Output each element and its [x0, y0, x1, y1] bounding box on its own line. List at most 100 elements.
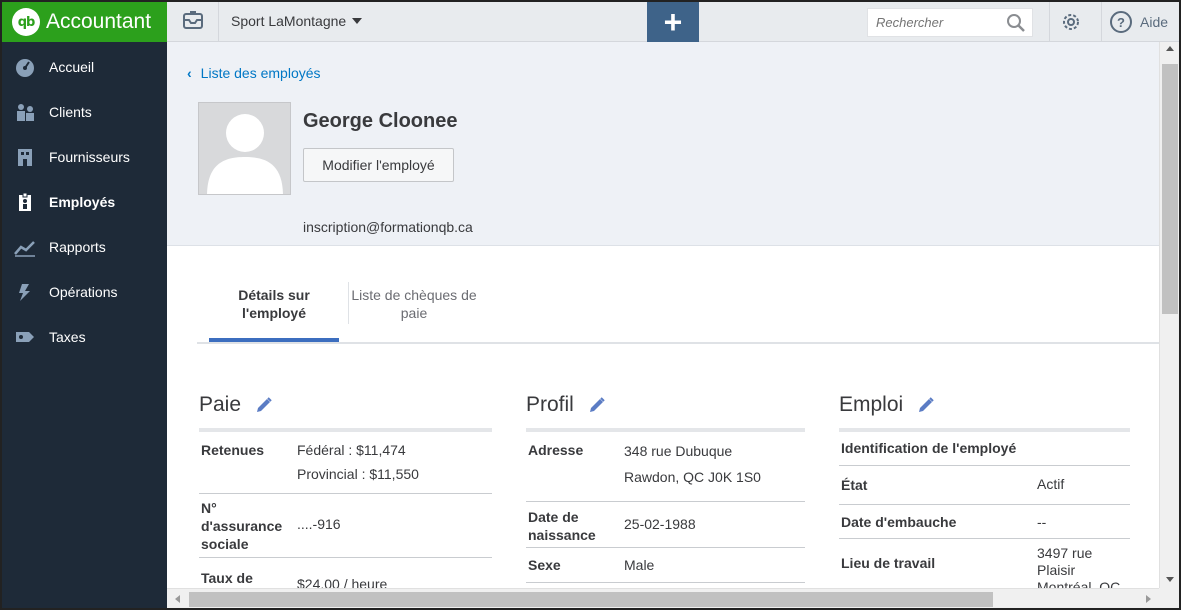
employment-section: Emploi Identification de l'employé État …	[839, 390, 1130, 588]
vertical-scrollbar[interactable]	[1159, 42, 1179, 588]
sidebar-item-rapports[interactable]: Rapports	[2, 224, 167, 269]
federal-deduction: Fédéral : $11,474	[297, 442, 406, 458]
section-title-text: Paie	[199, 393, 242, 416]
sidebar-item-label: Clients	[49, 103, 92, 120]
company-selector[interactable]: Sport LaMontagne	[231, 13, 363, 29]
sidebar-item-accueil[interactable]: Accueil	[2, 44, 167, 89]
scroll-down-arrow-icon[interactable]	[1166, 577, 1174, 582]
tab-label: Détails sur	[238, 287, 310, 303]
row-label: Date de	[528, 509, 579, 525]
section-title: Paie	[199, 390, 492, 420]
birthdate-value: 25-02-1988	[624, 516, 696, 532]
row-label: d'assurance	[201, 518, 283, 534]
address-line-2: Rawdon, QC J0K 1S0	[624, 469, 761, 485]
scrollbar-thumb[interactable]	[1162, 64, 1178, 314]
status-value: Actif	[1037, 476, 1065, 492]
row-sex: Sexe Male	[526, 548, 805, 583]
edit-pencil-icon[interactable]	[588, 396, 606, 414]
tab-bar: Détails sur l'employé Liste de chèques d…	[197, 282, 1159, 344]
payroll-section: Paie Retenues Fédéral : $11,474 Provinci…	[199, 390, 492, 588]
vendors-icon	[14, 147, 36, 167]
tab-employee-details[interactable]: Détails sur l'employé	[209, 286, 339, 342]
profile-section: Profil Adresse 348 rue Dubuque Rawdon, Q…	[526, 390, 805, 583]
row-status: État Actif	[839, 466, 1130, 505]
top-bar: Sport LaMontagne + ? Aide	[167, 2, 1179, 42]
edit-employee-button[interactable]: Modifier l'employé	[303, 148, 454, 182]
scroll-right-arrow-icon[interactable]	[1146, 595, 1151, 603]
divider	[1101, 2, 1102, 42]
scroll-left-arrow-icon[interactable]	[175, 595, 180, 603]
tab-label: l'employé	[241, 305, 307, 321]
avatar	[198, 102, 291, 195]
row-label: Date d'embauche	[841, 514, 957, 530]
brand-header[interactable]: qb Accountant	[2, 2, 167, 42]
create-button[interactable]: +	[647, 2, 699, 42]
sidebar-item-label: Opérations	[49, 283, 118, 300]
search-box[interactable]	[867, 8, 1033, 37]
edit-pencil-icon[interactable]	[255, 396, 273, 414]
inbox-icon	[182, 10, 204, 35]
sidebar: qb Accountant Accueil Clients Fournisseu…	[2, 2, 167, 608]
main-content: ‹ Liste des employés George Cloonee Modi…	[167, 42, 1159, 588]
work-location-line: 3497 rue	[1037, 545, 1093, 561]
customers-icon	[14, 102, 36, 122]
gear-icon	[1060, 14, 1082, 37]
sidebar-item-employes[interactable]: Employés	[2, 179, 167, 224]
row-label: Identification de l'employé	[841, 440, 1017, 456]
app-window: qb Accountant Accueil Clients Fournisseu…	[0, 0, 1181, 610]
row-hire-date: Date d'embauche --	[839, 505, 1130, 539]
sin-value: ....-916	[297, 516, 341, 532]
sidebar-item-label: Taxes	[49, 328, 86, 345]
row-label: Retenues	[201, 442, 265, 458]
row-pay-rate: Taux de $24.00 / heure	[199, 558, 492, 588]
person-silhouette-icon	[207, 114, 283, 194]
hire-date-value: --	[1037, 514, 1047, 530]
section-title: Emploi	[839, 390, 1130, 420]
sidebar-item-clients[interactable]: Clients	[2, 89, 167, 134]
tab-label: Liste de chèques de	[351, 287, 477, 303]
help-button[interactable]: ? Aide	[1110, 11, 1168, 33]
row-label: Adresse	[528, 442, 584, 458]
divider	[1049, 2, 1050, 42]
tab-paycheck-list[interactable]: Liste de chèques de paie	[349, 286, 479, 322]
transactions-icon	[14, 282, 36, 302]
employee-email: inscription@formationqb.ca	[303, 219, 473, 235]
help-icon: ?	[1110, 11, 1132, 33]
sidebar-item-taxes[interactable]: Taxes	[2, 314, 167, 359]
brand-name: Accountant	[46, 10, 152, 33]
employee-header: ‹ Liste des employés George Cloonee Modi…	[167, 42, 1159, 246]
row-label: Taux de	[201, 570, 253, 586]
settings-button[interactable]	[1060, 11, 1082, 38]
section-title: Profil	[526, 390, 805, 420]
row-work-location: Lieu de travail 3497 rue Plaisir Montréa…	[839, 539, 1130, 588]
section-title-text: Profil	[526, 393, 574, 416]
back-to-employee-list-link[interactable]: ‹ Liste des employés	[187, 65, 321, 81]
row-label: Sexe	[528, 557, 561, 573]
row-label: État	[841, 477, 868, 493]
taxes-icon	[14, 327, 36, 347]
sex-value: Male	[624, 557, 655, 573]
sidebar-item-label: Fournisseurs	[49, 148, 130, 165]
row-label: Lieu de travail	[841, 555, 936, 571]
search-icon[interactable]	[1006, 13, 1026, 38]
sidebar-item-label: Employés	[49, 193, 116, 210]
row-label: sociale	[201, 536, 249, 552]
row-label: N°	[201, 500, 217, 516]
dashboard-icon	[14, 57, 36, 77]
sidebar-item-fournisseurs[interactable]: Fournisseurs	[2, 134, 167, 179]
inbox-button[interactable]	[167, 2, 219, 42]
chevron-left-icon: ‹	[187, 65, 192, 81]
provincial-deduction: Provincial : $11,550	[297, 466, 419, 482]
scroll-up-arrow-icon[interactable]	[1166, 46, 1174, 51]
employee-name: George Cloonee	[303, 110, 458, 132]
scrollbar-thumb[interactable]	[189, 592, 993, 607]
edit-pencil-icon[interactable]	[917, 396, 935, 414]
section-title-text: Emploi	[839, 393, 904, 416]
back-link-label: Liste des employés	[200, 65, 321, 81]
horizontal-scrollbar[interactable]	[167, 588, 1159, 608]
search-input[interactable]	[876, 15, 1004, 30]
sidebar-item-operations[interactable]: Opérations	[2, 269, 167, 314]
address-line-1: 348 rue Dubuque	[624, 443, 733, 459]
row-birthdate: Date de naissance 25-02-1988	[526, 502, 805, 548]
tab-label: paie	[400, 305, 428, 321]
